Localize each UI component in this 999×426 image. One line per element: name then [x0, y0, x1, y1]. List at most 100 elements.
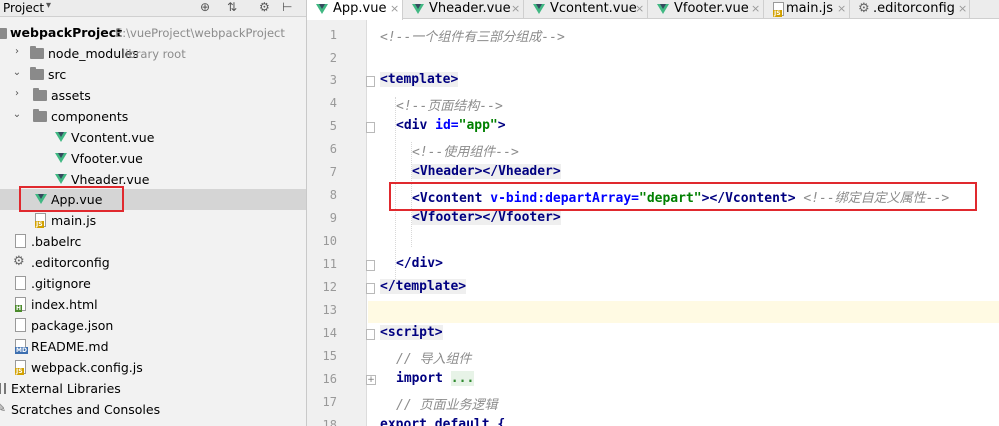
chevron-down-icon[interactable]: ▾ [46, 0, 51, 11]
vue-icon [54, 130, 68, 144]
tab-editorconfig[interactable]: ⚙ .editorconfig × [850, 0, 970, 19]
close-icon[interactable]: × [390, 2, 399, 15]
json-file-icon [14, 318, 28, 332]
hide-panel-icon[interactable]: ⊢ [282, 0, 292, 14]
line-number: 8 [329, 188, 337, 202]
line-number: 6 [329, 142, 337, 156]
gear-icon[interactable]: ⚙ [259, 0, 270, 14]
code-line-7: <Vheader></Vheader> [412, 164, 561, 179]
vue-icon [656, 2, 670, 16]
line-number: 2 [329, 51, 337, 65]
html-file-icon: H [14, 297, 28, 312]
close-icon[interactable]: × [511, 2, 520, 15]
tab-label: Vheader.vue [429, 1, 511, 16]
line-number: 16 [322, 372, 337, 386]
code-line-12: </template> [380, 279, 467, 294]
close-icon[interactable]: × [958, 2, 967, 15]
js-file-icon: JS [14, 360, 28, 375]
folder-icon [33, 109, 47, 123]
line-number: 18 [322, 418, 337, 426]
tree-item-label: components [51, 109, 129, 124]
code-line-6: <!--使用组件--> [412, 145, 519, 160]
folder-icon [33, 88, 47, 102]
tree-item-webpack-config[interactable]: JS webpack.config.js [0, 357, 306, 378]
project-panel: Project ▾ ⊕ ⇅ ⚙ ⊢ webpackProject E:\vueP… [0, 0, 307, 426]
collapse-all-icon[interactable]: ⇅ [227, 0, 237, 14]
chevron-right-icon[interactable]: › [12, 46, 22, 60]
line-number: 4 [329, 96, 337, 110]
markdown-file-icon: MD [14, 339, 28, 354]
line-number: 5 [329, 119, 337, 133]
close-icon[interactable]: × [837, 2, 846, 15]
tree-item-label: package.json [31, 318, 114, 333]
text-file-icon [14, 276, 28, 290]
line-number: 9 [329, 211, 337, 225]
library-icon [0, 381, 8, 395]
tree-item-label: Vfooter.vue [71, 151, 143, 166]
tab-label: main.js [786, 1, 833, 16]
tree-item-external-libraries[interactable]: External Libraries [0, 378, 306, 399]
tree-item-readme[interactable]: MD README.md [0, 336, 306, 357]
tab-vheader-vue[interactable]: Vheader.vue × [403, 0, 524, 19]
tree-item-src[interactable]: ⌄ src [0, 64, 306, 85]
vue-icon [315, 2, 329, 16]
chevron-down-icon[interactable]: ⌄ [12, 109, 22, 123]
highlight-box-app-vue [19, 186, 124, 212]
tree-item-assets[interactable]: › assets [0, 85, 306, 106]
js-file-icon: JS [34, 213, 48, 228]
tree-item-package-json[interactable]: package.json [0, 315, 306, 336]
code-line-5: <div id="app"> [396, 118, 506, 133]
code-line-3: <template> [380, 72, 459, 87]
chevron-down-icon[interactable]: ⌄ [12, 67, 22, 81]
tree-item-scratches[interactable]: ✎ Scratches and Consoles [0, 399, 306, 420]
code-line-15: // 导入组件 [396, 352, 472, 367]
tree-item-label: assets [51, 88, 91, 103]
gear-icon: ⚙ [13, 254, 25, 269]
tree-item-label: Vheader.vue [71, 172, 150, 187]
tab-app-vue[interactable]: App.vue × [307, 0, 403, 20]
line-number: 14 [322, 326, 337, 340]
tree-item-label: Scratches and Consoles [11, 402, 161, 417]
js-file-icon: JS [772, 2, 786, 17]
tree-item-label: src [48, 67, 67, 82]
code-line-9: <Vfooter></Vfooter> [412, 210, 561, 225]
folder-icon [30, 46, 44, 60]
highlight-box-line-8 [389, 182, 977, 211]
tab-label: Vfooter.vue [674, 1, 749, 16]
project-panel-title[interactable]: Project [3, 1, 44, 15]
tree-item-vcontent[interactable]: Vcontent.vue [0, 127, 306, 148]
chevron-right-icon[interactable]: › [12, 88, 22, 102]
project-panel-header: Project ▾ ⊕ ⇅ ⚙ ⊢ [0, 0, 306, 17]
tree-item-index-html[interactable]: H index.html [0, 294, 306, 315]
close-icon[interactable]: × [635, 2, 644, 15]
close-icon[interactable]: × [751, 2, 760, 15]
tree-item-gitignore[interactable]: .gitignore [0, 273, 306, 294]
line-number: 11 [322, 257, 337, 271]
tree-item-node-modules[interactable]: › node_modules library root [0, 43, 306, 64]
tree-item-editorconfig[interactable]: ⚙ .editorconfig [0, 252, 306, 273]
tab-label: .editorconfig [873, 1, 955, 16]
code-line-17: // 页面业务逻辑 [396, 398, 498, 413]
tree-item-label: main.js [51, 213, 97, 228]
tree-item-main-js[interactable]: JS main.js [0, 210, 306, 231]
tab-vcontent-vue[interactable]: Vcontent.vue × [524, 0, 648, 19]
code-area[interactable]: <!--一个组件有三部分组成--> <template> <!--页面结构-->… [368, 20, 999, 426]
locate-icon[interactable]: ⊕ [200, 0, 210, 14]
code-line-1: <!--一个组件有三部分组成--> [380, 30, 565, 45]
tree-item-components[interactable]: ⌄ components [0, 106, 306, 127]
line-number: 7 [329, 165, 337, 179]
line-number: 12 [322, 280, 337, 294]
tree-item-babelrc[interactable]: .babelrc [0, 231, 306, 252]
tree-root[interactable]: webpackProject E:\vueProject\webpackProj… [0, 22, 306, 43]
tree-item-label: .babelrc [31, 234, 82, 249]
tab-vfooter-vue[interactable]: Vfooter.vue × [648, 0, 764, 19]
line-number-gutter: 1 2 3 4 5 6 7 8 9 10 11 12 13 14 15 16 1… [307, 20, 376, 426]
folder-icon [0, 28, 7, 39]
code-line-18: export default { [380, 417, 506, 426]
tree-item-vfooter[interactable]: Vfooter.vue [0, 148, 306, 169]
tree-item-label: Vcontent.vue [71, 130, 155, 145]
code-line-11: </div> [396, 256, 443, 271]
tab-main-js[interactable]: JS main.js × [764, 0, 850, 19]
tree-item-label: .gitignore [31, 276, 91, 291]
tab-label: Vcontent.vue [550, 1, 637, 16]
